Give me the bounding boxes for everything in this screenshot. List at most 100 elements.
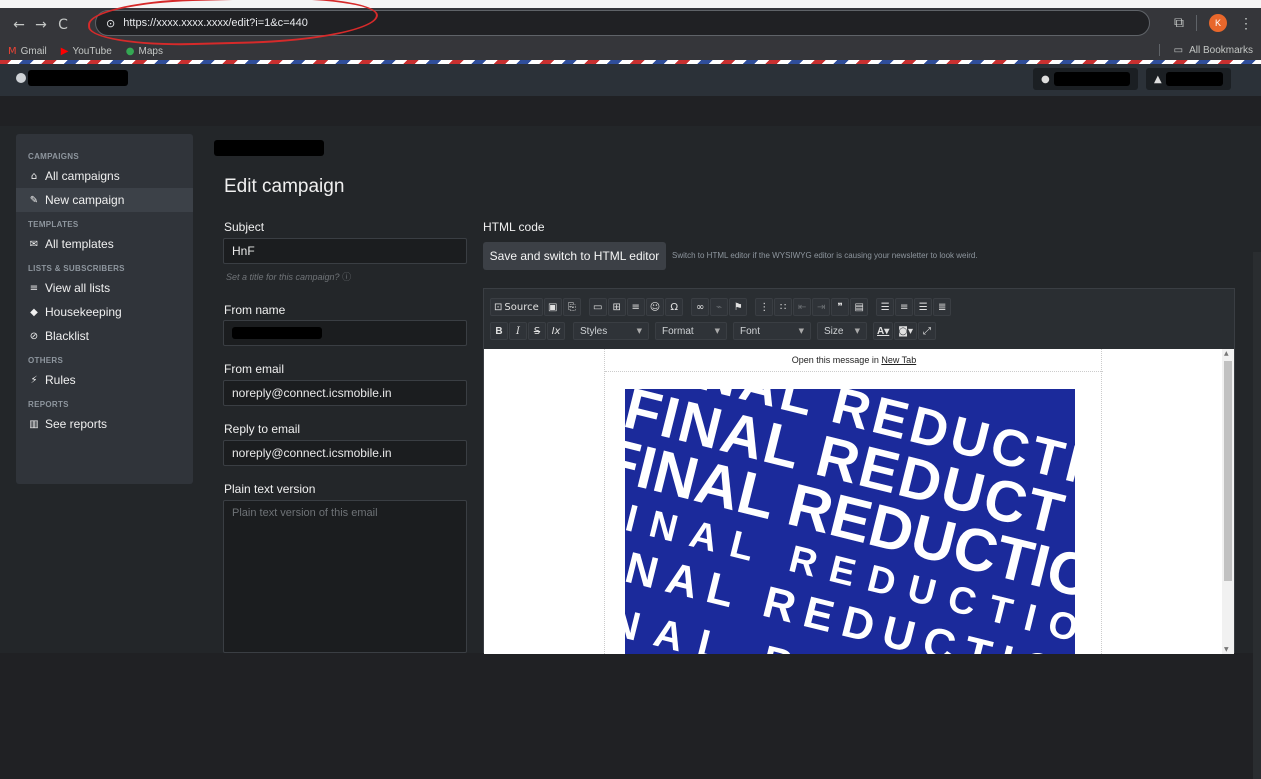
url-text: https://xxxx.xxxx.xxxx/edit?i=1&c=440 xyxy=(123,17,308,29)
sidebar-item-housekeeping[interactable]: ◆ Housekeeping xyxy=(16,300,193,324)
save-icon[interactable]: ▣ xyxy=(543,298,562,316)
back-icon[interactable]: ← xyxy=(8,17,30,33)
text-color-icon[interactable]: A▾ xyxy=(873,322,894,340)
bg-color-icon[interactable]: ◙▾ xyxy=(894,322,917,340)
reply-to-label: Reply to email xyxy=(224,422,301,436)
bookmark-maps[interactable]: ● Maps xyxy=(126,46,163,57)
user-icon: ▲ xyxy=(1154,73,1162,85)
redacted-from-name xyxy=(232,327,322,339)
from-name-label: From name xyxy=(224,303,286,317)
align-center-icon[interactable]: ≡ xyxy=(895,298,914,316)
chart-icon: ▥ xyxy=(29,418,39,430)
bulleted-list-icon[interactable]: ∷ xyxy=(774,298,793,316)
source-button[interactable]: ⊡ Source xyxy=(490,298,543,316)
styles-dropdown[interactable]: Styles ▼ xyxy=(573,322,649,340)
chevron-down-icon: ▼ xyxy=(714,327,720,335)
sidebar-item-all-templates[interactable]: ✉ All templates xyxy=(16,232,193,256)
address-bar[interactable]: ⊙ https://xxxx.xxxx.xxxx/edit?i=1&c=440 xyxy=(95,10,1150,36)
top-partial-strip xyxy=(0,0,1261,8)
image-icon[interactable]: ▭ xyxy=(588,298,607,316)
site-info-icon[interactable]: ⊙ xyxy=(106,17,115,30)
leaf-icon: ◆ xyxy=(30,306,38,318)
table-icon[interactable]: ⊞ xyxy=(607,298,626,316)
extensions-icon[interactable]: ⧉ xyxy=(1174,15,1184,31)
reply-to-input[interactable] xyxy=(223,440,467,466)
numbered-list-icon[interactable]: ⋮ xyxy=(755,298,774,316)
format-dropdown[interactable]: Format ▼ xyxy=(655,322,727,340)
editor-scrollbar[interactable]: ▲ ▼ xyxy=(1222,349,1234,654)
bold-button[interactable]: B xyxy=(490,322,508,340)
wand-icon: ⚡ xyxy=(30,374,38,386)
chevron-down-icon: ▼ xyxy=(636,327,642,335)
gmail-icon: M xyxy=(8,45,17,57)
sidebar-item-rules[interactable]: ⚡ Rules xyxy=(16,368,193,392)
sidebar-section-lists: LISTS & SUBSCRIBERS xyxy=(28,264,125,273)
header-brand-button[interactable]: ● xyxy=(1033,68,1138,90)
browser-chrome: ← → C ⊙ https://xxxx.xxxx.xxxx/edit?i=1&… xyxy=(0,0,1261,60)
outdent-icon[interactable]: ⇤ xyxy=(793,298,812,316)
toolbar-row-1: ⊡ Source ▣ ⎘ ▭ ⊞ ≡ ☺ Ω ∞ ⌁ ⚑ ⋮ ∷ ⇤ ⇥ ❞ ▤… xyxy=(490,297,957,317)
bookmark-youtube[interactable]: ▶ YouTube xyxy=(61,46,112,57)
from-email-input[interactable] xyxy=(223,380,467,406)
browser-menu-icon[interactable]: ⋮ xyxy=(1239,15,1253,32)
new-tab-link[interactable]: New Tab xyxy=(881,355,916,365)
size-dropdown[interactable]: Size ▼ xyxy=(817,322,867,340)
editor-canvas[interactable]: Open this message in New Tab FINAL REDUC… xyxy=(484,349,1224,654)
page-scrollbar[interactable] xyxy=(1253,252,1261,779)
italic-button[interactable]: I xyxy=(509,322,527,340)
final-reduction-banner: FINAL REDUCTI FINAL REDUCT FINAL REDUCTI… xyxy=(625,389,1075,654)
unlink-icon[interactable]: ⌁ xyxy=(710,298,729,316)
list-icon: ≡ xyxy=(29,282,39,294)
smiley-icon[interactable]: ☺ xyxy=(645,298,665,316)
ban-icon: ⊘ xyxy=(29,330,39,342)
reload-icon[interactable]: C xyxy=(52,17,74,33)
scroll-up-icon[interactable]: ▲ xyxy=(1224,350,1229,357)
save-switch-html-button[interactable]: Save and switch to HTML editor xyxy=(483,242,666,270)
strikethrough-button[interactable]: S xyxy=(528,322,546,340)
div-block-icon[interactable]: ▤ xyxy=(850,298,869,316)
sidebar-item-all-campaigns[interactable]: ⌂ All campaigns xyxy=(16,164,193,188)
scroll-down-icon[interactable]: ▼ xyxy=(1224,646,1229,653)
redacted-brand xyxy=(28,70,128,86)
font-dropdown[interactable]: Font ▼ xyxy=(733,322,811,340)
bookmark-gmail[interactable]: M Gmail xyxy=(8,46,47,57)
sidebar-item-see-reports[interactable]: ▥ See reports xyxy=(16,412,193,436)
forward-icon[interactable]: → xyxy=(30,17,52,33)
horizontal-line-icon[interactable]: ≡ xyxy=(626,298,645,316)
preview-icon[interactable]: ⎘ xyxy=(562,298,581,316)
redacted-user xyxy=(1165,72,1223,86)
maximize-icon[interactable]: ⤢ xyxy=(917,322,936,340)
scroll-thumb[interactable] xyxy=(1224,361,1232,581)
sidebar-section-others: OTHERS xyxy=(28,356,64,365)
circle-icon: ● xyxy=(1041,73,1050,85)
sidebar-section-campaigns: CAMPAIGNS xyxy=(28,152,79,161)
user-menu-button[interactable]: ▲ xyxy=(1146,68,1231,90)
subject-input[interactable] xyxy=(223,238,467,264)
profile-avatar[interactable]: K xyxy=(1209,14,1227,32)
from-name-input[interactable] xyxy=(223,320,467,346)
info-icon[interactable]: ⓘ xyxy=(342,273,351,283)
indent-icon[interactable]: ⇥ xyxy=(812,298,831,316)
app-logo[interactable] xyxy=(16,70,128,86)
link-icon[interactable]: ∞ xyxy=(691,298,710,316)
banner-graphic: FINAL REDUCTI FINAL REDUCT FINAL REDUCTI… xyxy=(625,389,1075,654)
sidebar-item-blacklist[interactable]: ⊘ Blacklist xyxy=(16,324,193,348)
plain-text-textarea[interactable]: Plain text version of this email xyxy=(223,500,467,653)
blockquote-icon[interactable]: ❞ xyxy=(831,298,850,316)
anchor-flag-icon[interactable]: ⚑ xyxy=(729,298,748,316)
justify-icon[interactable]: ≣ xyxy=(933,298,952,316)
all-bookmarks[interactable]: ▭ All Bookmarks xyxy=(1158,44,1253,56)
bookmarks-bar: M Gmail ▶ YouTube ● Maps ▭ All Bookmarks xyxy=(0,42,1261,60)
toolbar-row-2: B I S Ix Styles ▼ Format ▼ Font ▼ Size ▼ A▾ … xyxy=(490,321,942,341)
envelope-icon: ✉ xyxy=(29,238,39,250)
toolbar-divider xyxy=(1196,15,1197,31)
align-left-icon[interactable]: ☰ xyxy=(876,298,895,316)
sidebar-item-view-all-lists[interactable]: ≡ View all lists xyxy=(16,276,193,300)
subject-label: Subject xyxy=(224,220,265,234)
open-msg-divider xyxy=(605,371,1103,372)
special-char-icon[interactable]: Ω xyxy=(665,298,684,316)
align-right-icon[interactable]: ☰ xyxy=(914,298,933,316)
clear-format-button[interactable]: Ix xyxy=(547,322,565,340)
folder-icon: ▭ xyxy=(1173,44,1184,56)
sidebar-item-new-campaign[interactable]: ✎ New campaign xyxy=(16,188,193,212)
